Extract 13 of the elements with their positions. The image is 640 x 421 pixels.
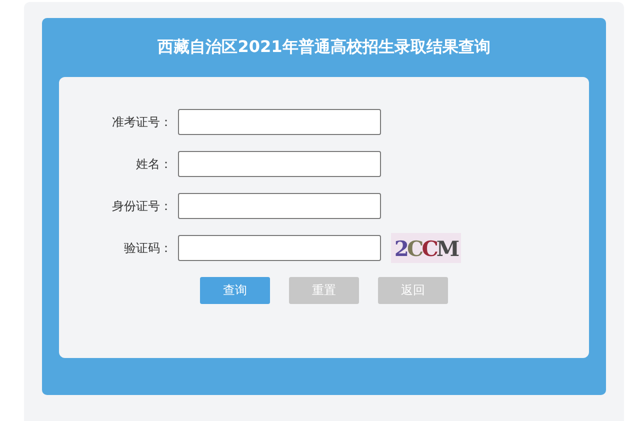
field-label: 验证码： xyxy=(123,240,173,256)
input-field[interactable] xyxy=(178,193,381,219)
input-field[interactable] xyxy=(178,109,381,135)
secondary-button[interactable]: 返回 xyxy=(378,277,448,304)
secondary-button[interactable]: 重置 xyxy=(289,277,359,304)
field-label: 准考证号： xyxy=(111,114,173,130)
input-field[interactable] xyxy=(178,151,381,177)
page-title: 西藏自治区2021年普通高校招生录取结果查询 xyxy=(156,36,492,58)
field-label: 姓名： xyxy=(135,156,173,172)
field-label: 身份证号： xyxy=(111,198,173,214)
query-button[interactable]: 查询 xyxy=(200,277,270,304)
captcha-image: 2CCM xyxy=(391,233,461,263)
input-field[interactable] xyxy=(178,235,381,261)
